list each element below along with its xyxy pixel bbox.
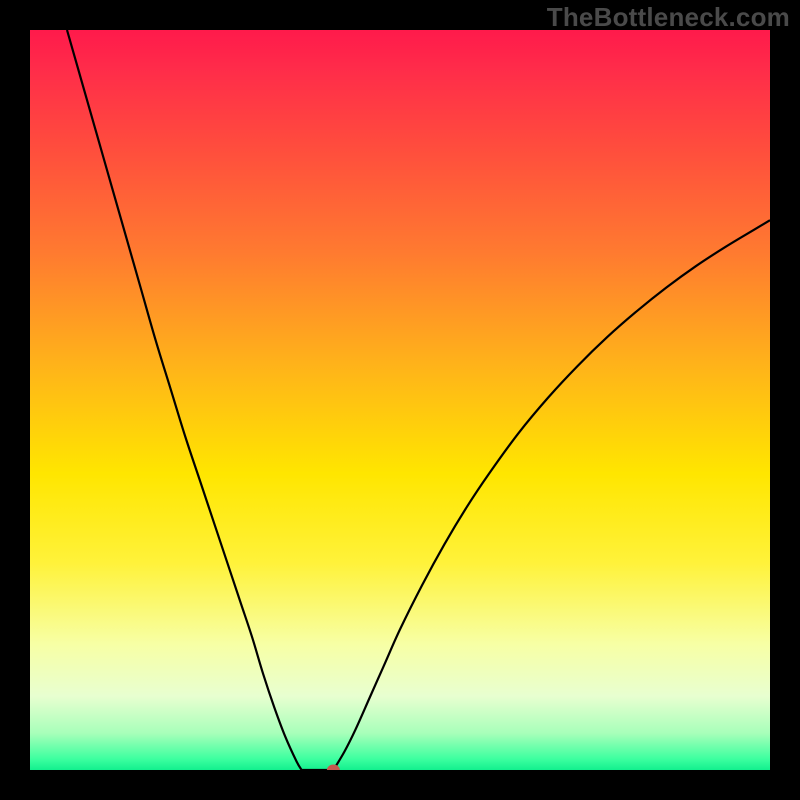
watermark-text: TheBottleneck.com bbox=[547, 2, 790, 33]
gradient-background bbox=[30, 30, 770, 770]
plot-area bbox=[30, 30, 770, 770]
bottleneck-plot bbox=[30, 30, 770, 770]
chart-frame: TheBottleneck.com bbox=[0, 0, 800, 800]
